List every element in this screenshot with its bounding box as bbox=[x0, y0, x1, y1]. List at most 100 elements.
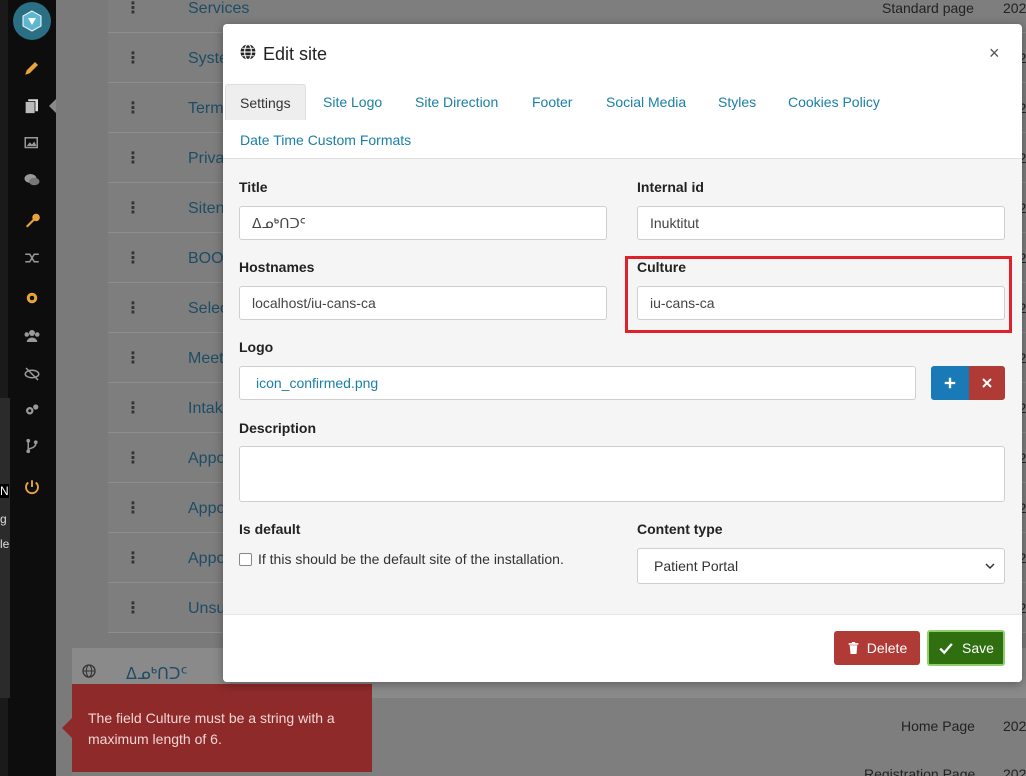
content-type-label: Content type bbox=[637, 521, 723, 537]
page-name[interactable]: Priva bbox=[188, 150, 224, 168]
is-default-checkbox[interactable] bbox=[239, 553, 252, 566]
wrench-icon[interactable] bbox=[20, 208, 44, 232]
page-name[interactable]: Term bbox=[188, 100, 224, 118]
active-caret bbox=[49, 99, 56, 113]
page-name[interactable]: Appo bbox=[188, 500, 225, 518]
modal-footer: Delete Save bbox=[223, 614, 1022, 682]
drag-handle-icon[interactable]: ⋮ bbox=[125, 50, 141, 68]
page-name[interactable]: Intak bbox=[188, 400, 223, 418]
page-name[interactable]: Appo bbox=[188, 450, 225, 468]
remove-logo-button[interactable] bbox=[969, 366, 1005, 400]
trash-icon bbox=[848, 642, 859, 654]
description-textarea[interactable] bbox=[239, 446, 1005, 502]
page-name[interactable]: Unsu bbox=[188, 600, 225, 618]
title-label: Title bbox=[239, 179, 268, 195]
tab-styles[interactable]: Styles bbox=[704, 84, 770, 120]
drag-handle-icon[interactable]: ⋮ bbox=[125, 150, 141, 168]
tab-bar: Settings Site Logo Site Direction Footer… bbox=[223, 84, 1022, 158]
eye-slash-icon[interactable] bbox=[20, 362, 44, 386]
shuffle-icon[interactable] bbox=[20, 246, 44, 270]
drag-handle-icon[interactable]: ⋮ bbox=[125, 200, 141, 218]
internal-id-input[interactable]: Inuktitut bbox=[637, 206, 1005, 240]
edit-site-modal: Edit site × Settings Site Logo Site Dire… bbox=[223, 24, 1022, 682]
tab-cookies-policy[interactable]: Cookies Policy bbox=[774, 84, 894, 120]
tab-date-time-custom-formats[interactable]: Date Time Custom Formats bbox=[226, 122, 425, 158]
tab-settings[interactable]: Settings bbox=[225, 84, 306, 120]
home-page-date: 202 bbox=[1003, 718, 1026, 734]
close-button[interactable]: × bbox=[989, 43, 1000, 64]
site-name[interactable]: ᐃᓄᒃᑎᑐᑦ bbox=[126, 664, 187, 684]
globe-icon bbox=[81, 663, 97, 682]
media-icon[interactable] bbox=[20, 131, 44, 155]
tab-footer[interactable]: Footer bbox=[518, 84, 586, 120]
pages-icon[interactable] bbox=[20, 94, 44, 118]
delete-button[interactable]: Delete bbox=[834, 631, 920, 665]
popout-label-2: g bbox=[0, 512, 7, 526]
cogs-icon[interactable] bbox=[20, 398, 44, 422]
drag-handle-icon[interactable]: ⋮ bbox=[125, 300, 141, 318]
registration-page-type: Registration Page bbox=[864, 766, 976, 776]
plus-icon bbox=[944, 377, 956, 389]
culture-label: Culture bbox=[637, 259, 686, 275]
internal-id-label: Internal id bbox=[637, 179, 704, 195]
page-type-label: Standard page bbox=[882, 0, 974, 16]
chevron-down-icon bbox=[984, 549, 996, 585]
popout-label-3: le bbox=[0, 537, 10, 551]
page-name[interactable]: Syste bbox=[188, 50, 228, 68]
validation-error-tooltip: The field Culture must be a string with … bbox=[62, 684, 372, 772]
drag-handle-icon[interactable]: ⋮ bbox=[125, 450, 141, 468]
culture-input[interactable]: iu-cans-ca bbox=[637, 286, 1005, 320]
globe-icon bbox=[239, 43, 257, 66]
drag-handle-icon[interactable]: ⋮ bbox=[125, 400, 141, 418]
drag-handle-icon[interactable]: ⋮ bbox=[125, 100, 141, 118]
add-logo-button[interactable] bbox=[931, 366, 969, 400]
page-name[interactable]: BOO bbox=[188, 250, 224, 268]
users-icon[interactable] bbox=[20, 324, 44, 348]
comments-icon[interactable] bbox=[20, 168, 44, 192]
tooltip-message: The field Culture must be a string with … bbox=[88, 710, 335, 747]
drag-handle-icon[interactable]: ⋮ bbox=[125, 500, 141, 518]
gear-icon[interactable] bbox=[20, 286, 44, 310]
popout-label-1: N bbox=[0, 484, 9, 498]
registration-page-date: 202 bbox=[1003, 766, 1026, 776]
power-icon[interactable] bbox=[20, 475, 44, 499]
page-name[interactable]: Siten bbox=[188, 200, 224, 218]
page-name[interactable]: Appo bbox=[188, 550, 225, 568]
settings-form: Title ᐃᓄᒃᑎᑐᑦ Internal id Inuktitut Hostn… bbox=[223, 158, 1022, 614]
app-logo[interactable] bbox=[13, 2, 51, 40]
drag-handle-icon[interactable]: ⋮ bbox=[125, 600, 141, 618]
drag-handle-icon[interactable]: ⋮ bbox=[125, 250, 141, 268]
save-button[interactable]: Save bbox=[927, 630, 1005, 666]
content-type-value: Patient Portal bbox=[654, 558, 739, 574]
modal-header: Edit site × bbox=[223, 24, 1022, 84]
title-input[interactable]: ᐃᓄᒃᑎᑐᑦ bbox=[239, 206, 607, 240]
pencil-icon[interactable] bbox=[20, 56, 44, 80]
page-date: 202 bbox=[1003, 0, 1026, 16]
logo-label: Logo bbox=[239, 339, 274, 355]
sidebar: N g le bbox=[0, 0, 56, 776]
is-default-label: Is default bbox=[239, 521, 301, 537]
drag-handle-icon[interactable]: ⋮ bbox=[125, 0, 141, 18]
is-default-checkbox-text[interactable]: If this should be the default site of th… bbox=[258, 551, 564, 567]
hostnames-input[interactable]: localhost/iu-cans-ca bbox=[239, 286, 607, 320]
branch-icon[interactable] bbox=[20, 434, 44, 458]
hostnames-label: Hostnames bbox=[239, 259, 315, 275]
check-icon bbox=[939, 643, 953, 655]
modal-title: Edit site bbox=[239, 43, 327, 66]
tab-site-logo[interactable]: Site Logo bbox=[309, 84, 396, 120]
tab-site-direction[interactable]: Site Direction bbox=[401, 84, 512, 120]
tab-social-media[interactable]: Social Media bbox=[592, 84, 700, 120]
drag-handle-icon[interactable]: ⋮ bbox=[125, 350, 141, 368]
page-name[interactable]: Meet bbox=[188, 350, 224, 368]
modal-title-text: Edit site bbox=[263, 44, 328, 64]
content-type-select[interactable]: Patient Portal bbox=[637, 548, 1005, 584]
delete-button-label: Delete bbox=[866, 640, 908, 656]
drag-handle-icon[interactable]: ⋮ bbox=[125, 550, 141, 568]
save-button-label: Save bbox=[962, 640, 994, 656]
description-label: Description bbox=[239, 420, 317, 436]
tooltip-arrow bbox=[62, 718, 72, 738]
home-page-type: Home Page bbox=[901, 718, 975, 734]
times-icon bbox=[982, 378, 992, 388]
logo-input[interactable]: icon_confirmed.png bbox=[239, 366, 916, 400]
page-name[interactable]: Services bbox=[188, 0, 249, 18]
